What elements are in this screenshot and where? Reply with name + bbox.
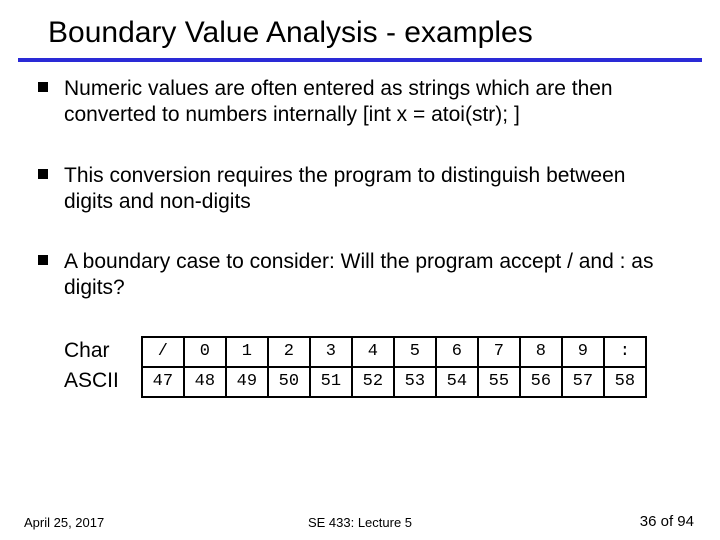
ascii-cell: 58 <box>604 367 646 397</box>
row-label-ascii: ASCII <box>64 366 119 396</box>
bullet-1: Numeric values are often entered as stri… <box>64 76 680 129</box>
square-bullet-icon <box>38 82 48 92</box>
footer-center: SE 433: Lecture 5 <box>0 515 720 530</box>
char-cell: 3 <box>310 337 352 367</box>
char-cell: 1 <box>226 337 268 367</box>
char-cell: 9 <box>562 337 604 367</box>
ascii-cell: 52 <box>352 367 394 397</box>
char-cell: 8 <box>520 337 562 367</box>
page-title: Boundary Value Analysis - examples <box>0 0 720 58</box>
row-label-char: Char <box>64 336 119 366</box>
ascii-cell: 49 <box>226 367 268 397</box>
ascii-cell: 51 <box>310 367 352 397</box>
ascii-cell: 53 <box>394 367 436 397</box>
slide: Boundary Value Analysis - examples Numer… <box>0 0 720 540</box>
bullet-text: Numeric values are often entered as stri… <box>64 77 613 126</box>
bullet-3: A boundary case to consider: Will the pr… <box>64 249 680 302</box>
ascii-cell: 57 <box>562 367 604 397</box>
ascii-cell: 50 <box>268 367 310 397</box>
char-cell: 5 <box>394 337 436 367</box>
char-cell: 2 <box>268 337 310 367</box>
char-cell: : <box>604 337 646 367</box>
ascii-cell: 54 <box>436 367 478 397</box>
ascii-cell: 56 <box>520 367 562 397</box>
ascii-cell: 47 <box>142 367 184 397</box>
char-cell: 4 <box>352 337 394 367</box>
table-row: / 0 1 2 3 4 5 6 7 8 9 : <box>142 337 646 367</box>
bullet-2: This conversion requires the program to … <box>64 163 680 216</box>
ascii-cell: 55 <box>478 367 520 397</box>
square-bullet-icon <box>38 169 48 179</box>
char-cell: 6 <box>436 337 478 367</box>
bullet-text: A boundary case to consider: Will the pr… <box>64 250 653 299</box>
ascii-table: / 0 1 2 3 4 5 6 7 8 9 : 47 48 49 50 51 5… <box>141 336 647 398</box>
row-labels: Char ASCII <box>64 336 119 396</box>
table-row: 47 48 49 50 51 52 53 54 55 56 57 58 <box>142 367 646 397</box>
char-cell: 0 <box>184 337 226 367</box>
ascii-table-area: Char ASCII / 0 1 2 3 4 5 6 7 8 9 : 47 48… <box>0 336 720 398</box>
footer: April 25, 2017 SE 433: Lecture 5 36 of 9… <box>0 513 720 530</box>
char-cell: / <box>142 337 184 367</box>
bullet-text: This conversion requires the program to … <box>64 164 625 213</box>
square-bullet-icon <box>38 255 48 265</box>
ascii-cell: 48 <box>184 367 226 397</box>
char-cell: 7 <box>478 337 520 367</box>
content-area: Numeric values are often entered as stri… <box>0 62 720 302</box>
